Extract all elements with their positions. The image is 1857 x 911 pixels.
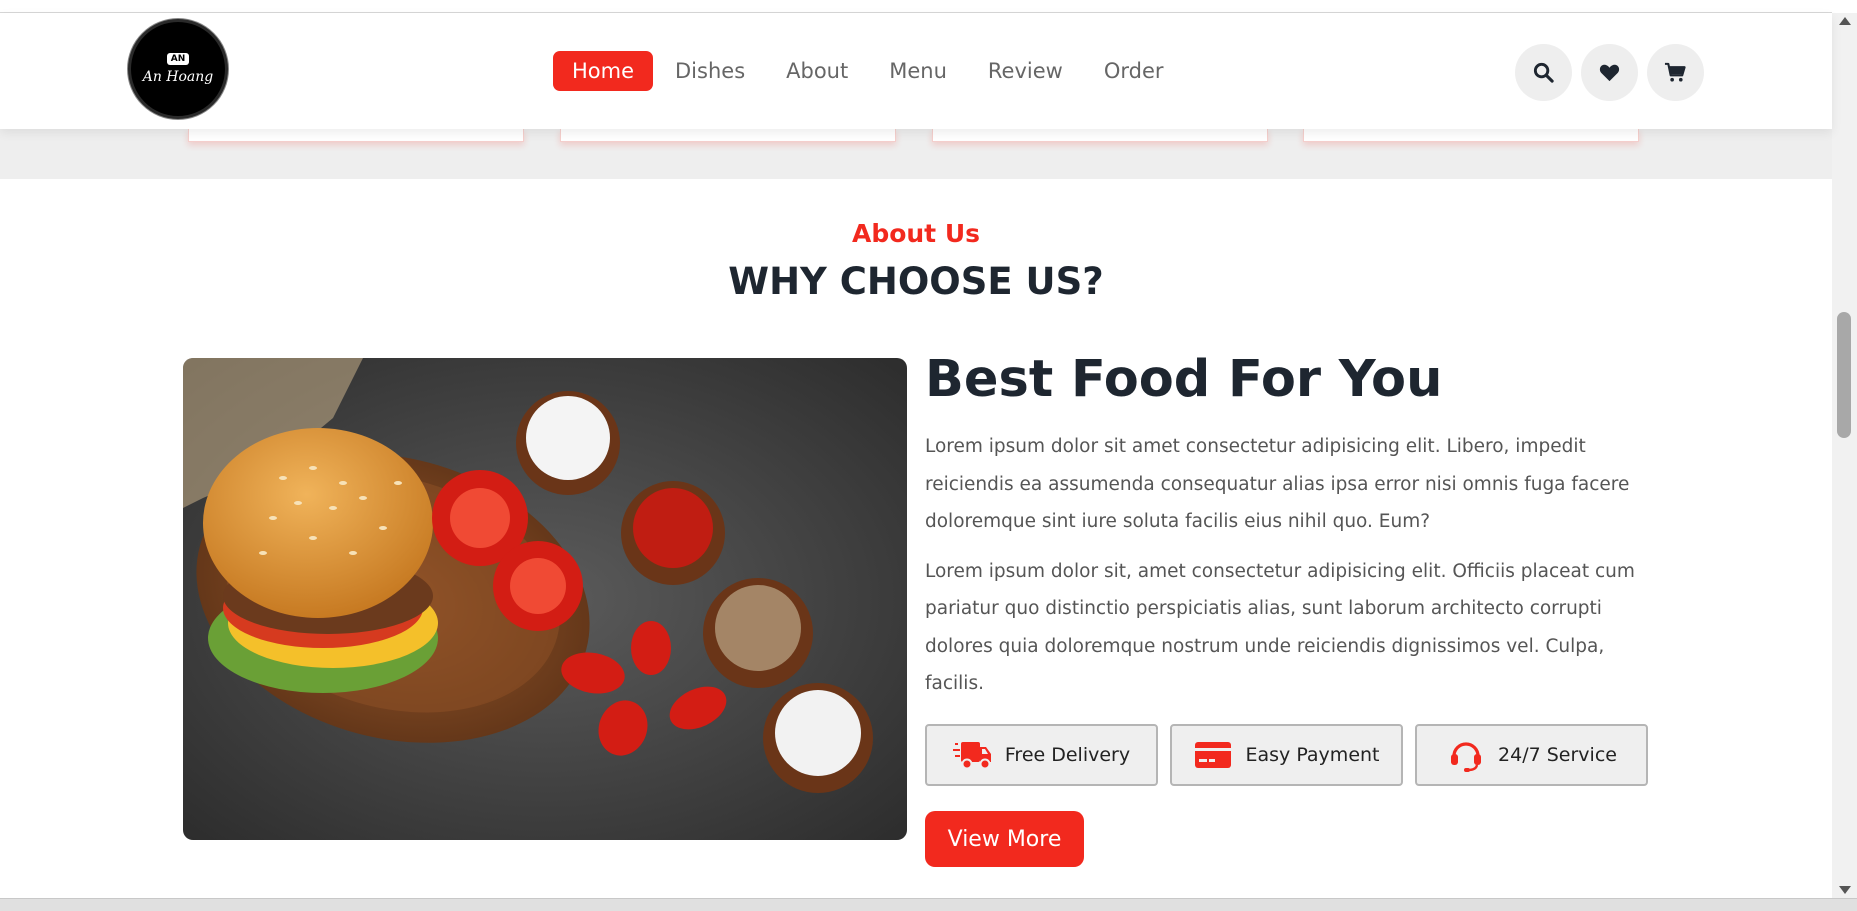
cart-button[interactable] [1647, 44, 1704, 101]
scrollbar-thumb[interactable] [1837, 312, 1851, 438]
feature-easy-payment[interactable]: Easy Payment [1170, 724, 1403, 786]
feature-list: Free Delivery Easy Payment 24/7 Service [925, 724, 1660, 786]
header-icons [1515, 44, 1713, 101]
site-header: AN An Hoang Home Dishes About Menu Revie… [0, 13, 1832, 129]
dish-card[interactable] [188, 129, 524, 142]
cart-icon [1664, 62, 1686, 82]
feature-label: Free Delivery [1004, 744, 1131, 766]
browser-top-edge [0, 0, 1832, 13]
brand-logo[interactable]: AN An Hoang [128, 19, 228, 119]
nav-item-about[interactable]: About [767, 51, 867, 91]
section-label: About Us [851, 219, 981, 248]
wishlist-button[interactable] [1581, 44, 1638, 101]
horizontal-scrollbar[interactable] [0, 898, 1857, 911]
dish-card[interactable] [932, 129, 1268, 142]
about-heading: Best Food For You [925, 350, 1443, 409]
about-paragraph-2: Lorem ipsum dolor sit, amet consectetur … [925, 560, 1635, 695]
burger-image [183, 358, 907, 840]
feature-label: 24/7 Service [1498, 744, 1617, 766]
search-button[interactable] [1515, 44, 1572, 101]
dish-card[interactable] [1303, 129, 1639, 142]
credit-card-icon [1195, 742, 1232, 768]
nav-item-order[interactable]: Order [1085, 51, 1183, 91]
dish-card[interactable] [560, 129, 896, 142]
section-title: WHY CHOOSE US? [728, 260, 1104, 303]
headset-icon [1451, 742, 1482, 772]
dishes-cards-band [0, 129, 1832, 179]
search-icon [1533, 62, 1554, 83]
nav-item-home[interactable]: Home [553, 51, 654, 91]
feature-free-delivery[interactable]: Free Delivery [925, 724, 1158, 786]
nav-item-menu[interactable]: Menu [870, 51, 966, 91]
logo-text: An Hoang [142, 69, 214, 85]
feature-service[interactable]: 24/7 Service [1415, 724, 1648, 786]
about-content: Best Food For You Lorem ipsum dolor sit … [925, 350, 1655, 703]
feature-label: Easy Payment [1245, 744, 1380, 766]
truck-icon [952, 742, 991, 770]
scroll-up-icon[interactable] [1839, 17, 1851, 25]
main-nav: Home Dishes About Menu Review Order [553, 51, 1186, 91]
nav-item-review[interactable]: Review [969, 51, 1082, 91]
scroll-down-icon[interactable] [1839, 886, 1851, 894]
view-more-button[interactable]: View More [925, 811, 1084, 867]
page-scrollbar[interactable] [1832, 13, 1857, 898]
logo-badge: AN [166, 53, 190, 65]
heart-icon [1599, 64, 1620, 82]
about-paragraph-1: Lorem ipsum dolor sit amet consectetur a… [925, 436, 1630, 532]
nav-item-dishes[interactable]: Dishes [656, 51, 764, 91]
